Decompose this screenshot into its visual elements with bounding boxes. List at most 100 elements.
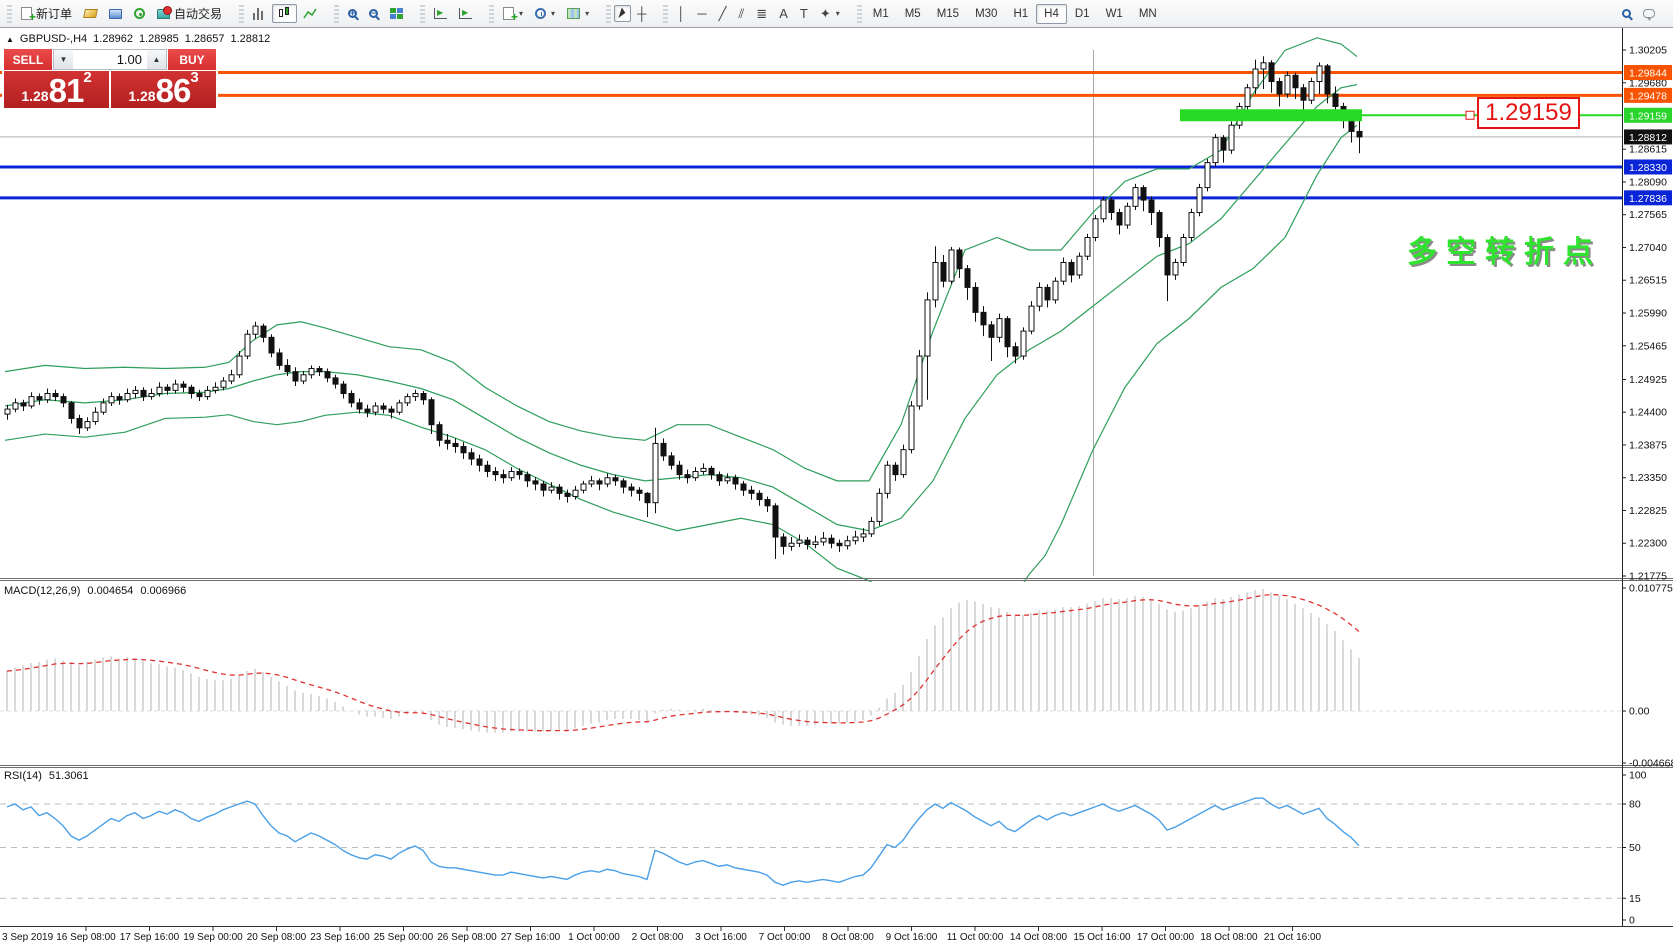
text-tool[interactable]: A (773, 4, 794, 23)
toolbar-grip (239, 5, 244, 23)
bar-high-value: 1.28985 (139, 33, 179, 45)
time-axis-label: 16 Sep 08:00 (56, 932, 116, 943)
channel-tool[interactable]: ⫽ (732, 4, 750, 23)
time-axis-label: 3 Oct 16:00 (695, 932, 747, 943)
new-order-button[interactable]: 新订单 (15, 2, 78, 25)
volume-decrease-button[interactable]: ▼ (54, 50, 73, 69)
label-tool-icon: T (800, 7, 808, 20)
rsi-current-value: 51.3061 (49, 770, 89, 782)
rsi-axis-label: 0 (1629, 915, 1635, 927)
timeframe-button-h4[interactable]: H4 (1036, 4, 1067, 24)
volume-increase-button[interactable]: ▲ (147, 50, 166, 69)
crosshair-button[interactable]: ┼ (631, 4, 652, 23)
fibonacci-icon: ≣ (756, 7, 767, 20)
signals-button[interactable] (128, 5, 151, 22)
price-badge-text: 1.28330 (1629, 162, 1667, 174)
sell-button[interactable]: SELL (4, 49, 52, 70)
timeframe-button-m1[interactable]: M1 (865, 4, 897, 24)
price-axis-tick-label: 1.23875 (1629, 439, 1667, 451)
cursor-arrow-icon (619, 7, 627, 19)
bar-close-value: 1.28812 (230, 33, 270, 45)
periods-button[interactable]: ▾ (529, 5, 561, 22)
timeframe-button-w1[interactable]: W1 (1098, 4, 1131, 24)
candlestick-chart-button[interactable] (272, 4, 297, 23)
price-axis-tick-label: 1.25465 (1629, 340, 1667, 352)
candlestick-series (5, 56, 1362, 559)
zoom-out-button[interactable]: − (363, 6, 384, 21)
monitor-icon (109, 9, 122, 19)
toolbar-grip (606, 5, 611, 23)
arrows-icon: ✦ (820, 7, 831, 20)
zoom-in-icon: + (348, 9, 357, 18)
sell-price-box[interactable]: 1.28 81 2 (4, 71, 109, 108)
bar-chart-button[interactable] (247, 5, 272, 23)
chat-button[interactable] (1637, 6, 1661, 21)
time-axis-label: 3 Sep 2019 (2, 932, 54, 943)
toolbar-grip (420, 5, 425, 23)
support-thick-bar[interactable] (1180, 109, 1362, 121)
sell-price-big: 81 (49, 76, 84, 106)
time-axis-label: 17 Sep 16:00 (120, 932, 180, 943)
toolbar-group-cursor: ┼ (599, 0, 656, 27)
time-axis-label: 19 Sep 00:00 (183, 932, 243, 943)
time-axis-label: 2 Oct 08:00 (632, 932, 684, 943)
callout-anchor-handle[interactable] (1466, 111, 1474, 119)
trendline-tool[interactable]: ╱ (713, 4, 733, 23)
price-badge-text: 1.29478 (1629, 90, 1667, 102)
toolbar-group-chart-type (232, 0, 327, 27)
arrows-tool[interactable]: ✦▾ (814, 4, 846, 23)
terminal-button[interactable] (103, 6, 128, 22)
timeframe-button-h1[interactable]: H1 (1005, 4, 1036, 24)
auto-scroll-button[interactable] (428, 5, 453, 22)
cursor-button[interactable] (614, 5, 631, 22)
time-axis-label: 17 Oct 00:00 (1137, 932, 1195, 943)
tile-windows-button[interactable] (384, 5, 409, 22)
price-callout-label[interactable]: 1.29159 (1477, 97, 1580, 129)
new-order-icon (21, 7, 32, 20)
time-axis-label: 1 Oct 00:00 (568, 932, 620, 943)
rsi-axis-label: 100 (1629, 770, 1647, 782)
main-price-pane (0, 38, 1622, 649)
toolbar-group-right (1612, 0, 1673, 27)
toolbar-group-trade: 新订单 自动交易 (0, 0, 232, 27)
market-watch-button[interactable] (78, 6, 103, 21)
time-axis-label: 21 Oct 16:00 (1264, 932, 1322, 943)
toolbar-group-templates: ▾ ▾ ▾ (482, 0, 599, 27)
price-axis-tick-label: 1.24400 (1629, 407, 1667, 419)
timeframe-button-m5[interactable]: M5 (897, 4, 929, 24)
time-axis-label: 25 Sep 00:00 (374, 932, 434, 943)
buy-price-box[interactable]: 1.28 86 3 (111, 71, 216, 108)
bar-low-value: 1.28657 (185, 33, 225, 45)
zoom-in-button[interactable]: + (342, 6, 363, 21)
dropdown-caret-icon: ▾ (836, 9, 840, 18)
collapse-arrow-icon[interactable]: ▲ (6, 35, 14, 44)
chart-canvas[interactable]: 1.302051.296801.286151.280901.275651.270… (0, 28, 1673, 947)
text-annotation[interactable]: 多空转折点 (1330, 227, 1602, 271)
timeframe-button-d1[interactable]: D1 (1067, 4, 1098, 24)
vertical-line-tool[interactable]: │ (671, 4, 691, 23)
toolbar-group-timeframes: M1M5M15M30H1H4D1W1MN (850, 0, 1169, 27)
timeframe-button-m15[interactable]: M15 (929, 4, 967, 24)
trendline-icon: ╱ (719, 7, 727, 20)
auto-trading-button[interactable]: 自动交易 (151, 2, 228, 25)
chart-shift-button[interactable] (453, 5, 478, 22)
horizontal-line-tool[interactable]: ─ (691, 4, 712, 23)
line-chart-icon (303, 8, 317, 20)
macd-axis-label: 0.00 (1629, 706, 1650, 718)
label-tool[interactable]: T (794, 4, 814, 23)
rsi-axis-label: 15 (1629, 893, 1641, 905)
volume-input[interactable]: 1.00 (73, 50, 147, 69)
timeframe-button-mn[interactable]: MN (1131, 4, 1165, 24)
toolbar-group-zoom: + − (327, 0, 413, 27)
buy-button[interactable]: BUY (168, 49, 216, 70)
rsi-axis-label: 50 (1629, 842, 1641, 854)
search-button[interactable] (1616, 6, 1637, 21)
indicators-button[interactable]: ▾ (497, 4, 529, 23)
timeframe-button-m30[interactable]: M30 (967, 4, 1005, 24)
macd-signal-value: 0.006966 (140, 585, 186, 597)
price-badge-text: 1.27836 (1629, 193, 1667, 205)
time-axis-label: 26 Sep 08:00 (437, 932, 497, 943)
fibonacci-tool[interactable]: ≣ (750, 4, 773, 23)
line-chart-button[interactable] (297, 5, 323, 23)
templates-button[interactable]: ▾ (561, 5, 595, 22)
